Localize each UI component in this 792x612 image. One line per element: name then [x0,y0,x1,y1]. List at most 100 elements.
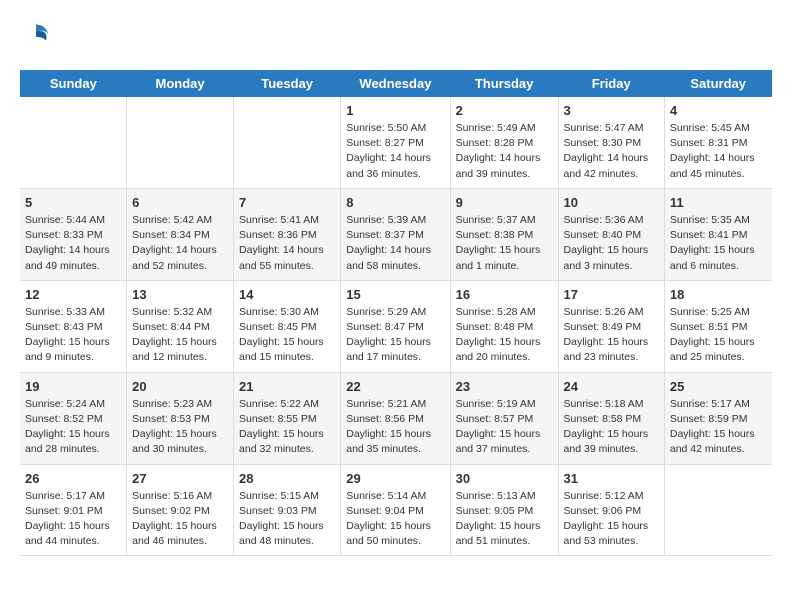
calendar-cell: 21 Sunrise: 5:22 AM Sunset: 8:55 PM Dayli… [234,372,341,464]
calendar-cell: 18 Sunrise: 5:25 AM Sunset: 8:51 PM Dayli… [664,280,772,372]
calendar-cell [20,97,127,188]
day-number: 11 [670,195,767,210]
calendar-cell: 16 Sunrise: 5:28 AM Sunset: 8:48 PM Dayli… [450,280,558,372]
day-info: Sunrise: 5:44 AM Sunset: 8:33 PM Dayligh… [25,213,121,274]
day-number: 19 [25,379,121,394]
calendar-cell [234,97,341,188]
day-number: 22 [346,379,444,394]
calendar-cell: 20 Sunrise: 5:23 AM Sunset: 8:53 PM Dayli… [127,372,234,464]
day-info: Sunrise: 5:13 AM Sunset: 9:05 PM Dayligh… [456,489,553,550]
day-number: 24 [564,379,659,394]
logo [20,20,50,54]
calendar-cell: 19Sunrise: 5:24 AM Sunset: 8:52 PM Dayli… [20,372,127,464]
calendar-cell: 26 Sunrise: 5:17 AM Sunset: 9:01 PM Dayli… [20,464,127,556]
day-info: Sunrise: 5:17 AM Sunset: 8:59 PM Dayligh… [670,397,767,458]
calendar-cell: 2 Sunrise: 5:49 AM Sunset: 8:28 PM Daylig… [450,97,558,188]
calendar-cell: 30 Sunrise: 5:13 AM Sunset: 9:05 PM Dayli… [450,464,558,556]
calendar-cell: 31Sunrise: 5:12 AM Sunset: 9:06 PM Dayli… [558,464,664,556]
weekday-header: Friday [558,70,664,97]
day-info: Sunrise: 5:35 AM Sunset: 8:41 PM Dayligh… [670,213,767,274]
day-info: Sunrise: 5:14 AM Sunset: 9:04 PM Dayligh… [346,489,444,550]
calendar-cell: 24Sunrise: 5:18 AM Sunset: 8:58 PM Dayli… [558,372,664,464]
weekday-header: Tuesday [234,70,341,97]
day-info: Sunrise: 5:33 AM Sunset: 8:43 PM Dayligh… [25,305,121,366]
day-number: 25 [670,379,767,394]
calendar-cell: 7 Sunrise: 5:41 AM Sunset: 8:36 PM Daylig… [234,188,341,280]
day-info: Sunrise: 5:29 AM Sunset: 8:47 PM Dayligh… [346,305,444,366]
day-number: 27 [132,471,228,486]
day-number: 14 [239,287,335,302]
calendar-cell: 17Sunrise: 5:26 AM Sunset: 8:49 PM Dayli… [558,280,664,372]
calendar-cell: 22 Sunrise: 5:21 AM Sunset: 8:56 PM Dayli… [341,372,450,464]
calendar-week-row: 26 Sunrise: 5:17 AM Sunset: 9:01 PM Dayli… [20,464,772,556]
day-number: 13 [132,287,228,302]
day-info: Sunrise: 5:30 AM Sunset: 8:45 PM Dayligh… [239,305,335,366]
day-number: 10 [564,195,659,210]
day-info: Sunrise: 5:45 AM Sunset: 8:31 PM Dayligh… [670,121,767,182]
calendar-cell: 10 Sunrise: 5:36 AM Sunset: 8:40 PM Dayli… [558,188,664,280]
calendar-cell: 28Sunrise: 5:15 AM Sunset: 9:03 PM Dayli… [234,464,341,556]
calendar-week-row: 19Sunrise: 5:24 AM Sunset: 8:52 PM Dayli… [20,372,772,464]
calendar-week-row: 5 Sunrise: 5:44 AM Sunset: 8:33 PM Daylig… [20,188,772,280]
day-info: Sunrise: 5:22 AM Sunset: 8:55 PM Dayligh… [239,397,335,458]
day-number: 3 [564,103,659,118]
day-number: 2 [456,103,553,118]
calendar-cell: 3 Sunrise: 5:47 AM Sunset: 8:30 PM Daylig… [558,97,664,188]
day-number: 20 [132,379,228,394]
day-info: Sunrise: 5:50 AM Sunset: 8:27 PM Dayligh… [346,121,444,182]
calendar-cell: 29 Sunrise: 5:14 AM Sunset: 9:04 PM Dayli… [341,464,450,556]
day-number: 15 [346,287,444,302]
logo-icon [22,20,50,48]
day-info: Sunrise: 5:36 AM Sunset: 8:40 PM Dayligh… [564,213,659,274]
calendar-cell: 9Sunrise: 5:37 AM Sunset: 8:38 PM Daylig… [450,188,558,280]
page-header [20,20,772,54]
day-info: Sunrise: 5:17 AM Sunset: 9:01 PM Dayligh… [25,489,121,550]
day-info: Sunrise: 5:49 AM Sunset: 8:28 PM Dayligh… [456,121,553,182]
day-number: 5 [25,195,121,210]
day-info: Sunrise: 5:16 AM Sunset: 9:02 PM Dayligh… [132,489,228,550]
day-info: Sunrise: 5:23 AM Sunset: 8:53 PM Dayligh… [132,397,228,458]
day-number: 28 [239,471,335,486]
day-number: 4 [670,103,767,118]
calendar-cell: 1Sunrise: 5:50 AM Sunset: 8:27 PM Daylig… [341,97,450,188]
day-info: Sunrise: 5:28 AM Sunset: 8:48 PM Dayligh… [456,305,553,366]
calendar-cell: 27 Sunrise: 5:16 AM Sunset: 9:02 PM Dayli… [127,464,234,556]
day-number: 26 [25,471,121,486]
day-info: Sunrise: 5:12 AM Sunset: 9:06 PM Dayligh… [564,489,659,550]
day-info: Sunrise: 5:39 AM Sunset: 8:37 PM Dayligh… [346,213,444,274]
day-number: 8 [346,195,444,210]
calendar-cell [127,97,234,188]
calendar-cell: 13 Sunrise: 5:32 AM Sunset: 8:44 PM Dayli… [127,280,234,372]
day-info: Sunrise: 5:47 AM Sunset: 8:30 PM Dayligh… [564,121,659,182]
day-number: 23 [456,379,553,394]
calendar-cell: 25 Sunrise: 5:17 AM Sunset: 8:59 PM Dayli… [664,372,772,464]
day-number: 7 [239,195,335,210]
calendar-table: SundayMondayTuesdayWednesdayThursdayFrid… [20,70,772,556]
calendar-cell: 6 Sunrise: 5:42 AM Sunset: 8:34 PM Daylig… [127,188,234,280]
day-info: Sunrise: 5:42 AM Sunset: 8:34 PM Dayligh… [132,213,228,274]
weekday-header: Wednesday [341,70,450,97]
day-number: 12 [25,287,121,302]
weekday-header: Thursday [450,70,558,97]
weekday-header: Saturday [664,70,772,97]
calendar-cell: 11 Sunrise: 5:35 AM Sunset: 8:41 PM Dayli… [664,188,772,280]
day-number: 29 [346,471,444,486]
day-info: Sunrise: 5:32 AM Sunset: 8:44 PM Dayligh… [132,305,228,366]
weekday-header: Monday [127,70,234,97]
day-info: Sunrise: 5:25 AM Sunset: 8:51 PM Dayligh… [670,305,767,366]
weekday-header-row: SundayMondayTuesdayWednesdayThursdayFrid… [20,70,772,97]
day-info: Sunrise: 5:37 AM Sunset: 8:38 PM Dayligh… [456,213,553,274]
calendar-cell: 4 Sunrise: 5:45 AM Sunset: 8:31 PM Daylig… [664,97,772,188]
calendar-week-row: 12 Sunrise: 5:33 AM Sunset: 8:43 PM Dayli… [20,280,772,372]
day-number: 18 [670,287,767,302]
day-number: 21 [239,379,335,394]
day-number: 6 [132,195,228,210]
day-info: Sunrise: 5:19 AM Sunset: 8:57 PM Dayligh… [456,397,553,458]
calendar-cell: 14 Sunrise: 5:30 AM Sunset: 8:45 PM Dayli… [234,280,341,372]
day-info: Sunrise: 5:26 AM Sunset: 8:49 PM Dayligh… [564,305,659,366]
day-info: Sunrise: 5:21 AM Sunset: 8:56 PM Dayligh… [346,397,444,458]
calendar-week-row: 1Sunrise: 5:50 AM Sunset: 8:27 PM Daylig… [20,97,772,188]
day-number: 30 [456,471,553,486]
day-info: Sunrise: 5:41 AM Sunset: 8:36 PM Dayligh… [239,213,335,274]
day-number: 16 [456,287,553,302]
